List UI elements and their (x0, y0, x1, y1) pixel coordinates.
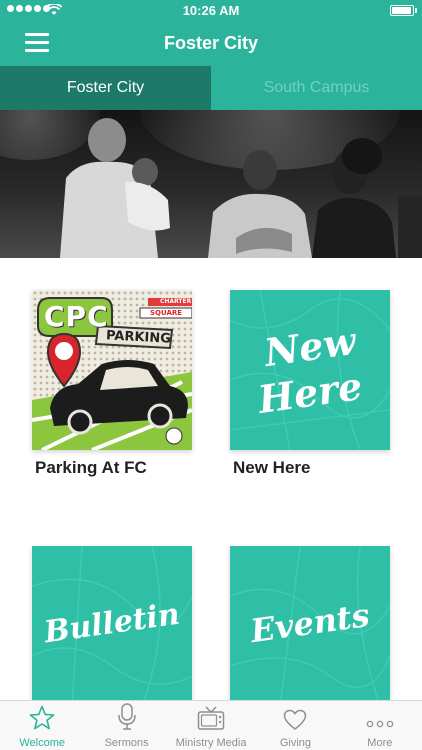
campus-segmented-control: Foster City South Campus (0, 66, 422, 110)
hero-photo (0, 110, 422, 258)
art-text-square: SQUARE (150, 309, 183, 317)
hamburger-menu-icon[interactable] (25, 33, 49, 53)
tile-label: Parking At FC (35, 458, 147, 477)
art-text-cpc: CPC (44, 300, 109, 333)
bottom-tab-bar: Welcome Sermons Ministry Media Giving Mo… (0, 700, 422, 750)
tab-label: More (367, 737, 393, 749)
navigation-bar: Foster City (0, 22, 422, 66)
tv-icon (197, 706, 225, 730)
battery-icon (390, 5, 414, 16)
tab-giving[interactable]: Giving (253, 701, 337, 750)
events-art: Events (230, 546, 390, 700)
nav-title: Foster City (163, 33, 259, 53)
tab-more[interactable]: More (338, 701, 422, 750)
tab-welcome[interactable]: Welcome (0, 701, 84, 750)
tab-label: Welcome (19, 737, 66, 749)
tab-sermons[interactable]: Sermons (84, 701, 168, 750)
tab-ministry-media[interactable]: Ministry Media (169, 701, 253, 750)
tab-label: Ministry Media (175, 737, 247, 749)
tab-label: Sermons (104, 737, 149, 749)
more-dots-icon (366, 720, 394, 728)
cpc-parking-illustration: CPC PARKING CHARTER SQUARE (32, 290, 192, 450)
new-here-art: New Here (230, 290, 390, 450)
tab-south-campus[interactable]: South Campus (211, 66, 422, 110)
tile-parking[interactable]: CPC PARKING CHARTER SQUARE Parking At FC (32, 290, 192, 478)
tile-label: New Here (233, 458, 311, 477)
hero-people-silhouettes (60, 118, 422, 258)
tile-new-here[interactable]: New Here New Here (230, 290, 390, 478)
tab-foster-city[interactable]: Foster City (0, 66, 211, 110)
content-grid: CPC PARKING CHARTER SQUARE Parking At FC… (0, 258, 422, 700)
tile-events[interactable]: Events (230, 546, 390, 700)
tile-bulletin[interactable]: Bulletin (32, 546, 192, 700)
status-bar: 10:26 AM (0, 0, 422, 22)
tab-label: Giving (279, 737, 312, 749)
bulletin-art: Bulletin (32, 546, 192, 700)
status-time: 10:26 AM (182, 3, 240, 18)
battery-tip (415, 8, 417, 13)
star-icon (29, 705, 55, 730)
microphone-icon (117, 703, 136, 730)
heart-icon (284, 709, 307, 730)
art-text-charter: CHARTER (160, 298, 192, 305)
